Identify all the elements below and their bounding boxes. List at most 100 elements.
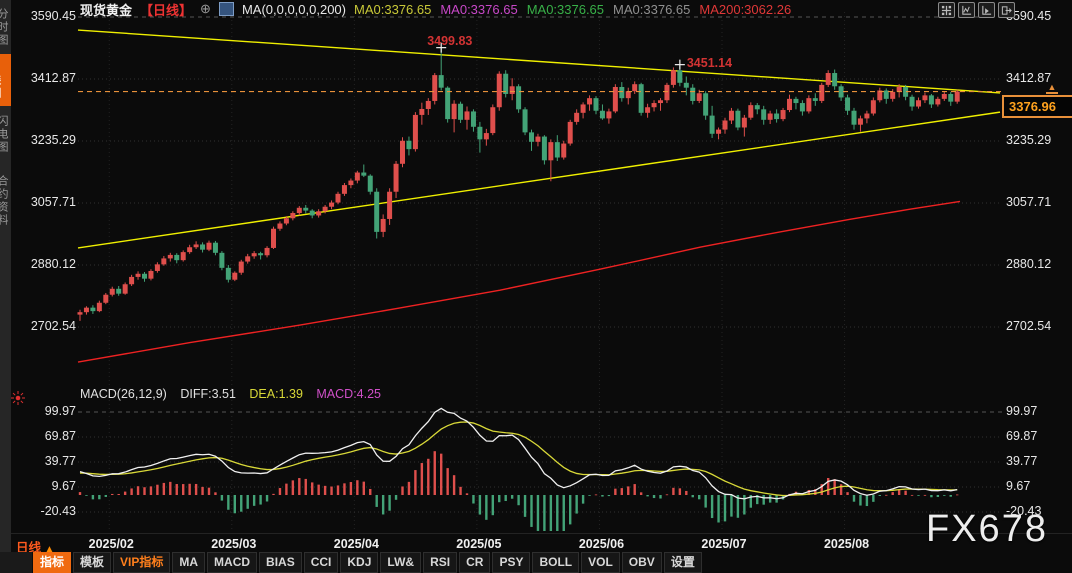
macd-hist-bar — [608, 495, 610, 496]
ma-settings-label: MA(0,0,0,0,0,200) — [242, 2, 346, 17]
chart-type-icon[interactable] — [219, 2, 234, 16]
macd-hist-bar — [124, 492, 126, 495]
candle-body — [768, 114, 773, 120]
candle-body — [155, 264, 160, 271]
macd-hist-bar — [517, 495, 519, 505]
toolbar-tab-MACD[interactable]: MACD — [207, 552, 257, 573]
toolbar-tab-MA[interactable]: MA — [172, 552, 205, 573]
macd-hist-bar — [879, 495, 881, 496]
candle-body — [852, 111, 857, 125]
alert-sun-icon[interactable] — [16, 396, 21, 401]
toolbar-tab-指标[interactable]: 指标 — [33, 552, 71, 573]
add-indicator-icon[interactable]: ⊕ — [200, 1, 211, 17]
toolbar-tab-PSY[interactable]: PSY — [492, 552, 530, 573]
candle-body — [922, 95, 927, 100]
toolbar-tab-KDJ[interactable]: KDJ — [340, 552, 378, 573]
toolbar-tab-OBV[interactable]: OBV — [622, 552, 662, 573]
toolbar-tab-RSI[interactable]: RSI — [423, 552, 457, 573]
candle-body — [587, 98, 592, 104]
peak-price-label: 3451.14 — [687, 56, 732, 70]
macd-hist-bar — [595, 494, 597, 495]
toolbar-tab-LW&[interactable]: LW& — [380, 552, 421, 573]
sidebar-item-2[interactable]: K线图 — [0, 54, 11, 106]
chart-header: 现货黄金 【日线】 ⊕ MA(0,0,0,0,0,200) MA0:3376.6… — [80, 1, 800, 17]
macd-hist-bar — [492, 495, 494, 515]
macd-hist-bar — [930, 495, 932, 497]
candle-body — [194, 244, 199, 247]
macd-hist-bar — [137, 486, 139, 495]
x-axis-date-label: 2025/05 — [453, 537, 505, 551]
candle-body — [548, 142, 553, 160]
exit-icon[interactable] — [998, 2, 1015, 18]
toolbar-tab-VOL[interactable]: VOL — [581, 552, 620, 573]
toolbar-tab-BOLL[interactable]: BOLL — [532, 552, 579, 573]
candle-body — [361, 173, 366, 176]
macd-hist-bar — [911, 495, 913, 496]
y-axis-label-right: 3057.71 — [1006, 195, 1051, 209]
macd-hist-bar — [692, 495, 694, 497]
resistance-trendline[interactable] — [78, 30, 1000, 93]
toolbar-tab-模板[interactable]: 模板 — [73, 552, 111, 573]
candle-body — [864, 114, 869, 119]
candle-body — [465, 111, 470, 119]
toolbar-tab-设置[interactable]: 设置 — [664, 552, 702, 573]
macd-hist-bar — [569, 495, 571, 524]
candle-body — [168, 255, 173, 258]
candle-body — [110, 289, 115, 295]
macd-hist-bar — [853, 495, 855, 502]
macd-hist-bar — [150, 486, 152, 495]
candle-body — [735, 111, 740, 128]
candle-body — [619, 87, 624, 98]
candle-body — [426, 101, 431, 109]
candle-body — [97, 303, 102, 311]
macd-axis-label-left: 99.97 — [45, 404, 76, 418]
macd-hist-bar — [324, 486, 326, 495]
candle-body — [793, 99, 798, 103]
candle-body — [806, 98, 811, 111]
x-axis-date-label: 2025/08 — [821, 537, 873, 551]
price-marker-icon[interactable]: ▲ — [1046, 83, 1058, 94]
candle-body — [555, 142, 560, 157]
candle-body — [677, 70, 682, 83]
scroll-to-latest-icon[interactable] — [978, 2, 995, 18]
y-axis-label-left: 3590.45 — [31, 9, 76, 23]
toolbar-tab-BIAS[interactable]: BIAS — [259, 552, 302, 573]
candle-body — [916, 100, 921, 106]
period-tag[interactable]: 【日线】 — [140, 0, 192, 19]
macd-hist-bar — [743, 495, 745, 514]
candle-body — [632, 84, 637, 91]
alert-sun-icon — [21, 401, 23, 403]
y-axis-label-left: 3412.87 — [31, 71, 76, 85]
toolbar-tab-CR[interactable]: CR — [459, 552, 490, 573]
auto-scale-icon[interactable] — [958, 2, 975, 18]
pan-icon[interactable] — [938, 2, 955, 18]
support-trendline[interactable] — [78, 112, 1000, 248]
toolbar-tab-VIP指标[interactable]: VIP指标 — [113, 552, 170, 573]
sidebar-item-1[interactable]: 分时图 — [0, 2, 11, 52]
x-axis-date-label: 2025/07 — [698, 537, 750, 551]
sidebar-item-3[interactable]: 闪电图 — [0, 108, 11, 160]
candle-body — [387, 192, 392, 219]
candle-body — [394, 164, 399, 192]
sidebar-item-4[interactable]: 合约资料 — [0, 162, 11, 240]
candle-body — [761, 109, 766, 119]
candlestick-chart[interactable] — [0, 0, 1072, 573]
macd-hist-bar — [118, 494, 120, 495]
chart-window: 分时图 K线图闪电图合约资料 现货黄金 【日线】 ⊕ MA(0,0,0,0,0,2… — [0, 0, 1072, 573]
toolbar-tab-CCI[interactable]: CCI — [304, 552, 339, 573]
candle-body — [910, 97, 915, 107]
candle-body — [368, 176, 373, 192]
macd-hist-bar — [330, 487, 332, 495]
candle-body — [684, 83, 689, 88]
candle-body — [245, 256, 250, 261]
alert-sun-icon — [13, 401, 15, 403]
candle-body — [374, 192, 379, 232]
candle-body — [929, 95, 934, 104]
macd-hist-bar — [188, 484, 190, 495]
macd-hist-bar — [679, 488, 681, 495]
candle-body — [439, 75, 444, 88]
candle-body — [355, 173, 360, 181]
y-axis-label-left: 2880.12 — [31, 257, 76, 271]
candle-body — [342, 185, 347, 194]
x-axis-row — [0, 533, 1072, 553]
